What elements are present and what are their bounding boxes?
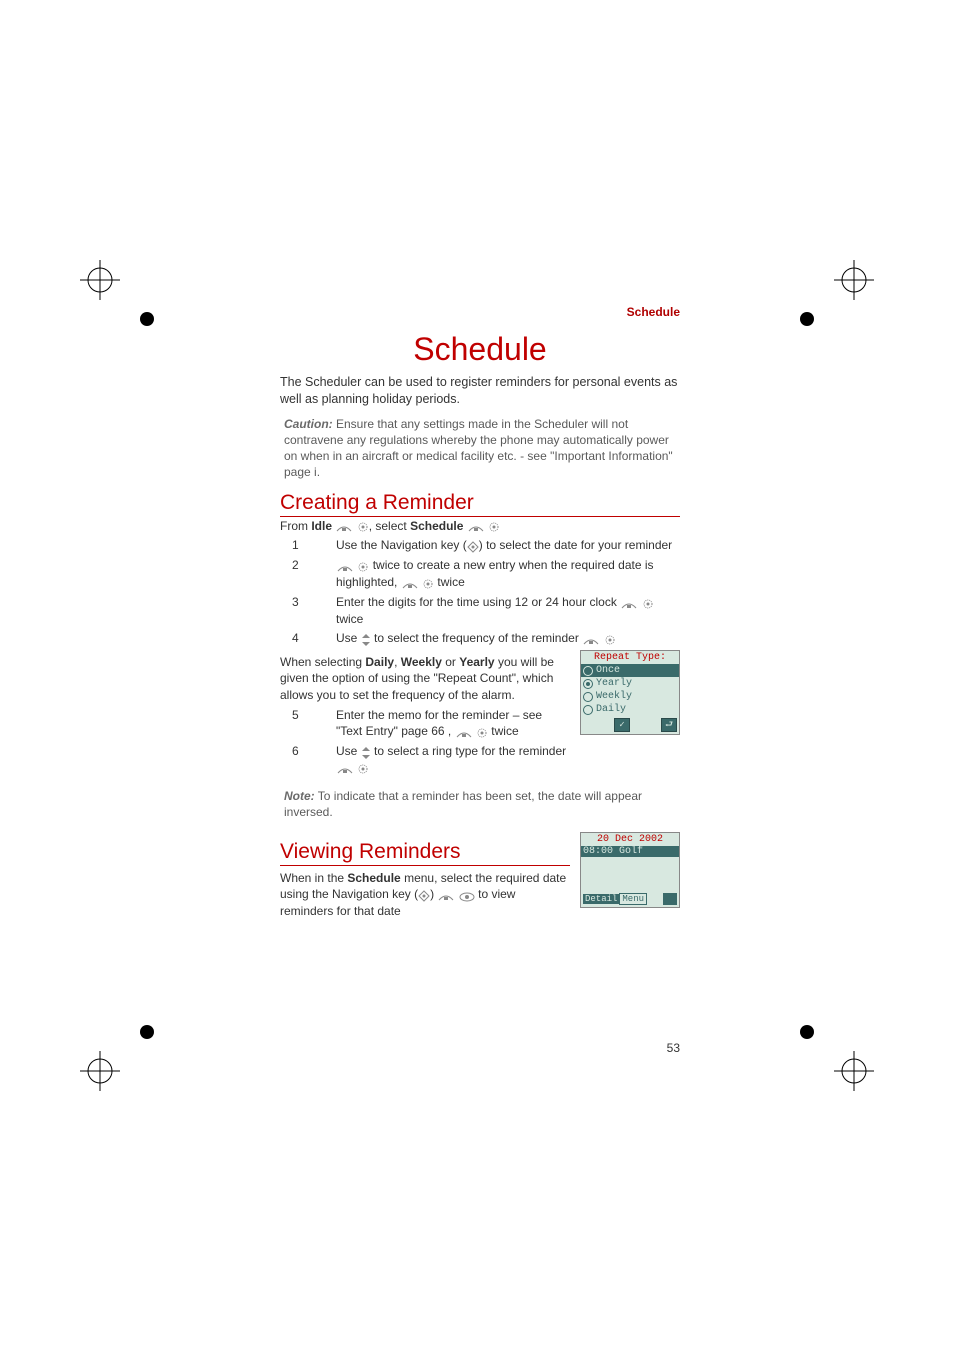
- view-icon: [459, 887, 475, 903]
- press-icon: [336, 558, 354, 574]
- softkey-detail: Detail: [583, 894, 619, 904]
- page-number: 53: [667, 1041, 680, 1055]
- phone-screen-reminders: 20 Dec 2002 08:00 Golf DetailMenu: [580, 832, 680, 908]
- select-icon: [357, 558, 369, 574]
- from-line: From Idle , select Schedule: [280, 519, 680, 534]
- option-weekly: Weekly: [581, 690, 679, 703]
- step-item: 1 Use the Navigation key () to select th…: [280, 537, 680, 554]
- steps-list-a: 1 Use the Navigation key () to select th…: [280, 537, 680, 647]
- softkey-ok-icon: [614, 718, 630, 732]
- step-item: 6 Use to select a ring type for the remi…: [280, 743, 570, 777]
- select-icon: [357, 519, 369, 533]
- caution-label: Caution:: [284, 417, 333, 431]
- registration-dot-icon: [140, 312, 154, 326]
- step-item: 2 twice to create a new entry when the r…: [280, 557, 680, 591]
- registration-dot-icon: [800, 1025, 814, 1039]
- crop-mark-icon: [834, 260, 874, 300]
- note-label: Note:: [284, 789, 315, 803]
- crop-mark-icon: [834, 1051, 874, 1091]
- step-item: 5 Enter the memo for the reminder – see …: [280, 707, 570, 740]
- screen-date: 20 Dec 2002: [581, 833, 679, 846]
- step-item: 4 Use to select the frequency of the rem…: [280, 630, 680, 647]
- press-icon: [620, 595, 638, 611]
- screen-title: Repeat Type:: [581, 651, 679, 664]
- crop-mark-icon: [80, 260, 120, 300]
- updown-icon: [361, 631, 371, 647]
- press-icon: [455, 724, 473, 740]
- select-icon: [422, 575, 434, 591]
- select-icon: [476, 724, 488, 740]
- registration-dot-icon: [140, 1025, 154, 1039]
- steps-list-b: 5 Enter the memo for the reminder – see …: [280, 707, 570, 777]
- nav-key-icon: [418, 887, 430, 903]
- section-heading-viewing: Viewing Reminders: [280, 840, 570, 866]
- intro-paragraph: The Scheduler can be used to register re…: [280, 374, 680, 408]
- note-box: Note: To indicate that a reminder has be…: [280, 786, 680, 822]
- press-icon: [437, 887, 455, 903]
- note-text: To indicate that a reminder has been set…: [284, 789, 642, 819]
- select-icon: [642, 595, 654, 611]
- caution-box: Caution: Ensure that any settings made i…: [280, 414, 680, 483]
- softkey-menu: Menu: [619, 893, 647, 905]
- running-header: Schedule: [280, 305, 680, 319]
- phone-screen-repeat-type: Repeat Type: Once Yearly Weekly Daily: [580, 650, 680, 735]
- press-icon: [401, 575, 419, 591]
- select-icon: [357, 760, 369, 776]
- page-title: Schedule: [280, 331, 680, 368]
- option-yearly: Yearly: [581, 677, 679, 690]
- step-item: 3 Enter the digits for the time using 12…: [280, 594, 680, 627]
- nav-key-icon: [467, 538, 479, 554]
- press-icon: [467, 519, 485, 533]
- option-daily: Daily: [581, 703, 679, 716]
- crop-mark-icon: [80, 1051, 120, 1091]
- softkey-close-icon: [663, 893, 677, 905]
- reminder-entry: 08:00 Golf: [581, 846, 679, 857]
- select-icon: [488, 519, 500, 533]
- registration-dot-icon: [800, 312, 814, 326]
- repeat-paragraph: When selecting Daily, Weekly or Yearly y…: [280, 654, 570, 703]
- caution-text: Ensure that any settings made in the Sch…: [284, 417, 673, 480]
- press-icon: [582, 631, 600, 647]
- option-once: Once: [581, 664, 679, 677]
- select-icon: [604, 631, 616, 647]
- viewing-paragraph: When in the Schedule menu, select the re…: [280, 870, 570, 919]
- updown-icon: [361, 744, 371, 760]
- press-icon: [336, 760, 354, 776]
- softkey-back-icon: [661, 718, 677, 732]
- section-heading-creating: Creating a Reminder: [280, 491, 680, 517]
- press-icon: [335, 519, 353, 533]
